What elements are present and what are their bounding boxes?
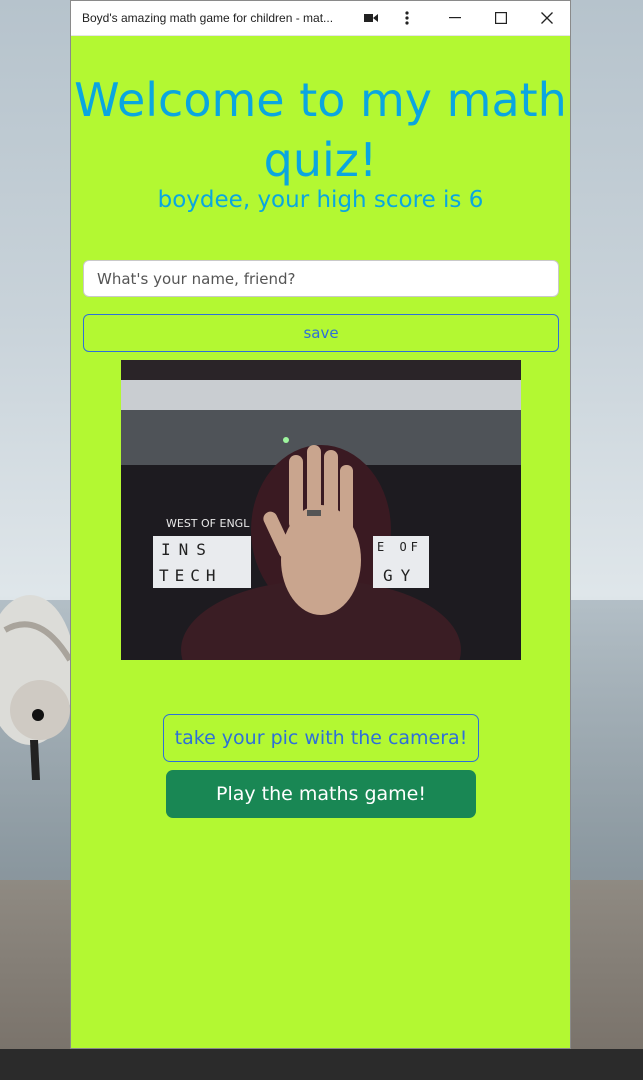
camera-feed: WEST OF ENGL INS E OF TECH GY xyxy=(121,360,521,660)
play-game-button[interactable]: Play the maths game! xyxy=(166,770,476,818)
sign-line2-right: E OF xyxy=(377,540,422,554)
window-titlebar[interactable]: Boyd's amazing math game for children - … xyxy=(71,1,570,36)
page-title: Welcome to my math quiz! xyxy=(74,73,567,187)
sign-line1: WEST OF ENGL xyxy=(166,517,250,530)
vertical-dots-icon[interactable] xyxy=(387,1,427,35)
save-button[interactable]: save xyxy=(83,314,559,352)
sign-line3-left: TECH xyxy=(159,566,222,585)
name-input[interactable] xyxy=(83,260,559,297)
take-pic-button[interactable]: take your pic with the camera! xyxy=(163,714,479,762)
camera-icon[interactable] xyxy=(351,1,391,35)
high-score-text: boydee, your high score is 6 xyxy=(157,187,484,213)
sign-line2-left: INS xyxy=(161,540,214,559)
sign-line3-right: GY xyxy=(383,566,419,585)
app-window: Boyd's amazing math game for children - … xyxy=(70,0,571,1049)
os-taskbar xyxy=(0,1049,643,1080)
close-icon[interactable] xyxy=(527,1,567,35)
window-title: Boyd's amazing math game for children - … xyxy=(82,11,334,25)
maximize-icon[interactable] xyxy=(481,1,521,35)
desktop-bird-image xyxy=(0,595,75,780)
minimize-icon[interactable] xyxy=(435,1,475,35)
